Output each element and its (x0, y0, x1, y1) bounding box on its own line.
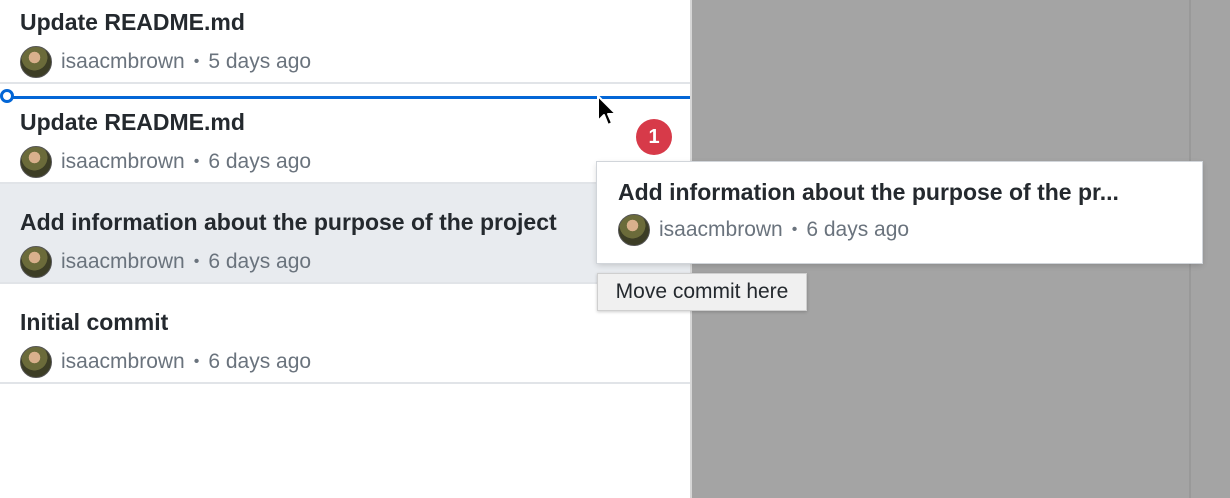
commit-list: Update README.md isaacmbrown • 5 days ag… (0, 0, 690, 498)
commit-author: isaacmbrown (61, 150, 185, 173)
dragged-commit-meta: isaacmbrown • 6 days ago (618, 214, 909, 246)
commit-author: isaacmbrown (61, 250, 185, 273)
drop-indicator-circle (0, 89, 14, 103)
drag-count-badge: 1 (636, 119, 672, 155)
commit-title: Initial commit (20, 309, 169, 335)
move-commit-tooltip: Move commit here (597, 273, 807, 311)
user-avatar (20, 46, 52, 78)
user-avatar (618, 214, 650, 246)
dragged-commit-card[interactable]: Add information about the purpose of the… (597, 162, 1202, 263)
meta-separator: • (791, 221, 798, 238)
commit-author: isaacmbrown (61, 50, 185, 73)
commit-time: 5 days ago (208, 50, 312, 73)
meta-separator: • (193, 253, 200, 270)
commit-meta: isaacmbrown • 6 days ago (20, 346, 311, 378)
commit-meta: isaacmbrown • 6 days ago (20, 146, 311, 178)
meta-separator: • (193, 53, 200, 70)
meta-separator: • (193, 153, 200, 170)
user-avatar (20, 246, 52, 278)
commit-author: isaacmbrown (61, 350, 185, 373)
commit-row-selected[interactable]: Add information about the purpose of the… (0, 184, 690, 284)
user-avatar (20, 146, 52, 178)
commit-time: 6 days ago (208, 350, 312, 373)
commit-time: 6 days ago (208, 150, 312, 173)
meta-separator: • (193, 353, 200, 370)
commit-title: Add information about the purpose of the… (20, 209, 557, 235)
commit-title: Update README.md (20, 109, 245, 135)
dragged-commit-time: 6 days ago (806, 218, 910, 241)
commit-meta: isaacmbrown • 6 days ago (20, 246, 311, 278)
drop-indicator-line (8, 96, 690, 99)
dragged-commit-title: Add information about the purpose of the… (618, 179, 1119, 205)
arrow-cursor-icon (597, 95, 617, 126)
user-avatar (20, 346, 52, 378)
dragged-commit-author: isaacmbrown (659, 218, 783, 241)
commit-row[interactable]: Update README.md isaacmbrown • 5 days ag… (0, 0, 690, 84)
commit-meta: isaacmbrown • 5 days ago (20, 46, 311, 78)
commit-row[interactable]: Update README.md isaacmbrown • 6 days ag… (0, 84, 690, 184)
commit-row[interactable]: Initial commit isaacmbrown • 6 days ago (0, 284, 690, 384)
commit-title: Update README.md (20, 9, 245, 35)
commit-time: 6 days ago (208, 250, 312, 273)
